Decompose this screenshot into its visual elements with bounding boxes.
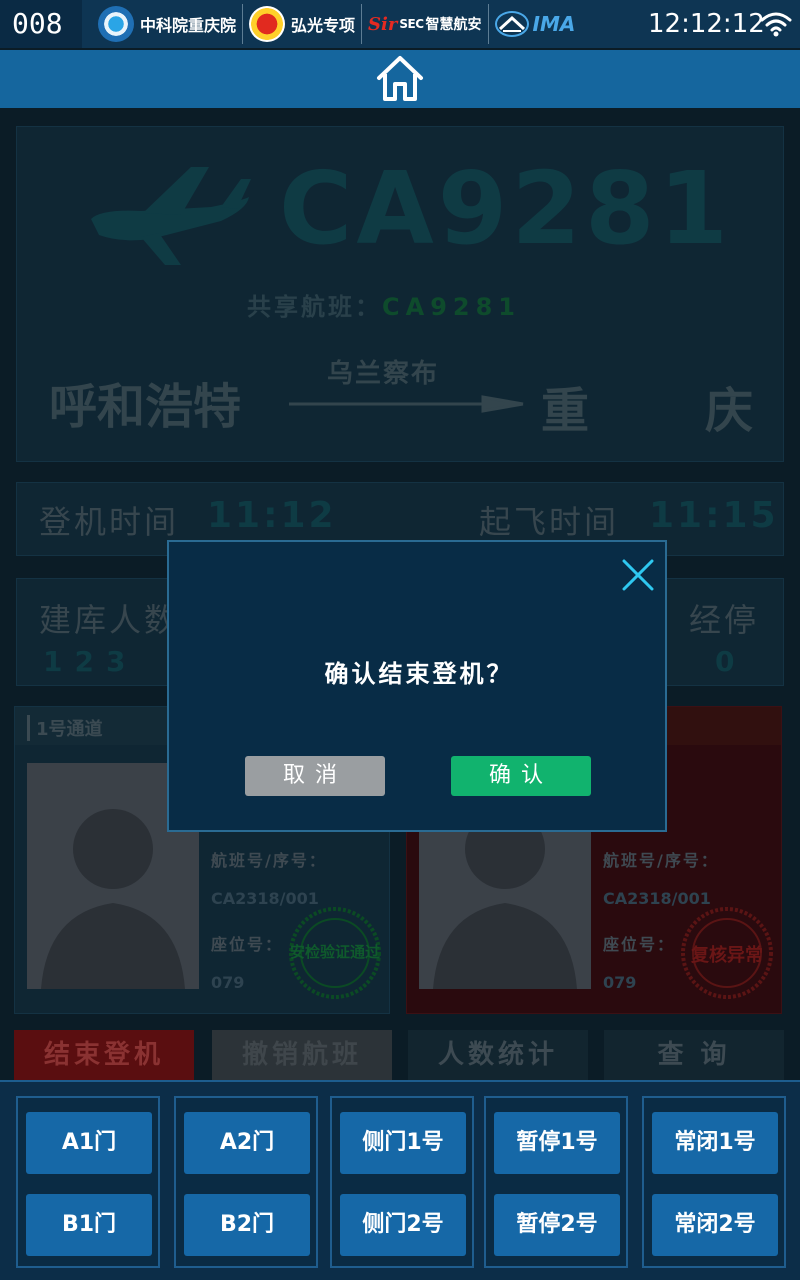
- gate-group-3: 侧门1号 侧门2号: [330, 1096, 474, 1268]
- boarding-time-value: 11:12: [207, 495, 337, 536]
- gate-control-panel: A1门 B1门 A2门 B2门 侧门1号 侧门2号 暂停1号 暂停2号 常闭1号…: [0, 1080, 800, 1280]
- review-stamp-text: 复核异常: [691, 945, 763, 966]
- cas-logo-icon: [98, 6, 134, 42]
- gate-group-4: 暂停1号 暂停2号: [484, 1096, 628, 1268]
- app-root: 008 中科院重庆院 弘光专项 Sir SEC 智慧航安 IMA 12:12:1…: [0, 0, 800, 1280]
- logo-hongguang-label: 弘光专项: [291, 16, 356, 35]
- logo-cas-label: 中科院重庆院: [140, 16, 237, 35]
- gate-button-a1[interactable]: A1门: [26, 1112, 152, 1174]
- seat-value: 079: [603, 973, 637, 992]
- dialog-confirm-button[interactable]: 确认: [451, 756, 591, 796]
- stopover-count-label: 经停: [689, 601, 760, 639]
- device-id: 008: [0, 0, 82, 48]
- flight-info-panel: CA9281 共享航班：CA9281 呼和浩特 乌兰察布 重 庆: [16, 126, 784, 462]
- seat-label: 座位号：: [211, 935, 284, 954]
- dialog-message: 确认结束登机？: [324, 660, 514, 688]
- gate-group-5: 常闭1号 常闭2号: [642, 1096, 786, 1268]
- clock: 12:12:12: [648, 9, 765, 39]
- shared-flight-code: CA9281: [382, 293, 521, 321]
- gate-button-b2[interactable]: B2门: [184, 1194, 310, 1256]
- logo-sirsec: Sir SEC 智慧航安: [362, 4, 489, 44]
- gate-group-2: A2门 B2门: [174, 1096, 318, 1268]
- close-icon[interactable]: [619, 556, 657, 594]
- gate-button-closed-2[interactable]: 常闭2号: [652, 1194, 778, 1256]
- gate-button-b1[interactable]: B1门: [26, 1194, 152, 1256]
- seat-label: 座位号：: [603, 935, 676, 954]
- flight-number: CA9281: [279, 150, 733, 267]
- review-stamp: 复核异常: [679, 905, 775, 1001]
- sirsec-logo-icon: Sir: [368, 13, 398, 35]
- flight-seq-label: 航班号/序号：: [211, 851, 327, 870]
- stats-button[interactable]: 人数统计: [408, 1030, 588, 1080]
- shared-flight-label: 共享航班：: [247, 293, 382, 321]
- pass-stamp: 安检验证通过: [287, 905, 383, 1001]
- flight-seq-label: 航班号/序号：: [603, 851, 719, 870]
- gate-button-side-1[interactable]: 侧门1号: [340, 1112, 466, 1174]
- ima-logo-icon: [494, 11, 529, 37]
- logo-hongguang: 弘光专项: [243, 4, 363, 44]
- stopover-city: 乌兰察布: [327, 359, 440, 389]
- hongguang-logo-icon: [249, 6, 286, 42]
- gate-group-1: A1门 B1门: [16, 1096, 160, 1268]
- home-icon[interactable]: [374, 54, 426, 104]
- gate-button-pause-1[interactable]: 暂停1号: [494, 1112, 620, 1174]
- end-boarding-button[interactable]: 结束登机: [14, 1030, 194, 1080]
- airplane-icon: [91, 167, 251, 265]
- gate-button-closed-1[interactable]: 常闭1号: [652, 1112, 778, 1174]
- built-count-label: 建库人数: [39, 601, 180, 639]
- destination-city-char2: 庆: [705, 383, 754, 439]
- sirsec-logo-mid: SEC: [399, 17, 424, 31]
- logo-ima: IMA: [489, 4, 582, 44]
- departure-time-value: 11:15: [649, 495, 779, 536]
- shared-flight: 共享航班：CA9281: [247, 287, 521, 322]
- status-bar: 008 中科院重庆院 弘光专项 Sir SEC 智慧航安 IMA 12:12:1…: [0, 0, 800, 48]
- boarding-time-label: 登机时间: [39, 503, 180, 541]
- dialog-cancel-button[interactable]: 取消: [245, 756, 385, 796]
- logo-ima-label: IMA: [532, 12, 576, 36]
- partner-logos: 中科院重庆院 弘光专项 Sir SEC 智慧航安 IMA: [92, 4, 581, 44]
- confirm-dialog: 确认结束登机？ 取消 确认: [167, 540, 667, 832]
- pass-stamp-text: 安检验证通过: [289, 943, 380, 961]
- channel-title: 1号通道: [27, 715, 103, 741]
- gate-button-a2[interactable]: A2门: [184, 1112, 310, 1174]
- destination-city-char1: 重: [541, 383, 590, 439]
- gate-button-pause-2[interactable]: 暂停2号: [494, 1194, 620, 1256]
- cancel-flight-button[interactable]: 撤销航班: [212, 1030, 392, 1080]
- built-count-value: 123: [43, 645, 138, 678]
- route-arrow-icon: [289, 395, 524, 413]
- gate-button-side-2[interactable]: 侧门2号: [340, 1194, 466, 1256]
- query-button[interactable]: 查 询: [604, 1030, 784, 1080]
- logo-sirsec-label: 智慧航安: [425, 17, 482, 33]
- stopover-count-value: 0: [715, 645, 747, 678]
- wifi-icon: [760, 12, 792, 37]
- seat-value: 079: [211, 973, 245, 992]
- origin-city: 呼和浩特: [49, 379, 242, 435]
- departure-time-label: 起飞时间: [479, 503, 620, 541]
- nav-bar: [0, 50, 800, 108]
- logo-cas: 中科院重庆院: [92, 4, 244, 44]
